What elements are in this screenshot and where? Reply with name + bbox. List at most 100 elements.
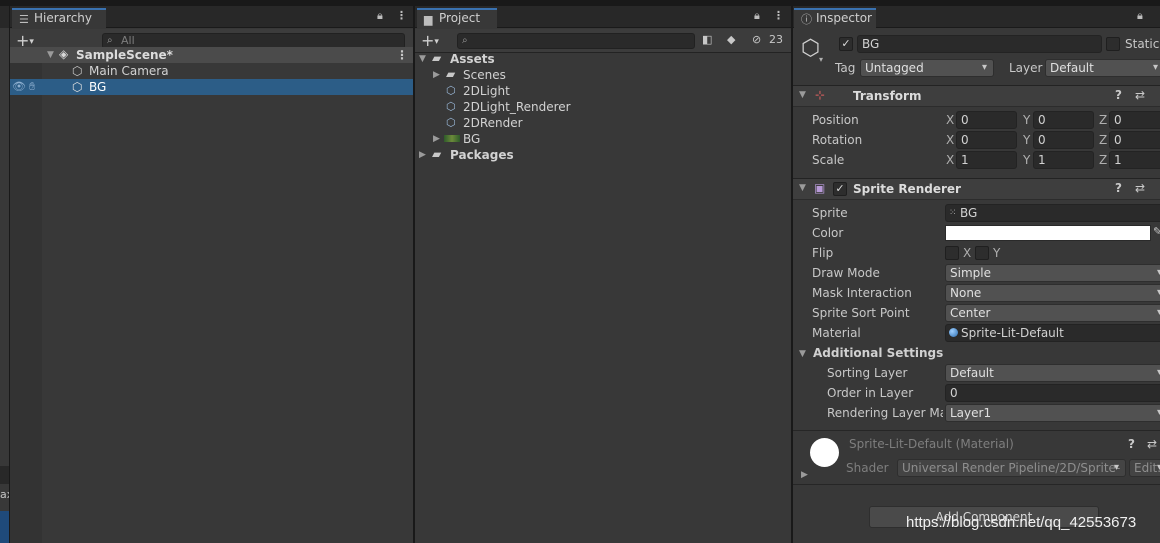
foldout-arrow-icon[interactable]: ▼ [419, 51, 426, 67]
transform-title: Transform [853, 89, 922, 103]
flip-y-checkbox[interactable] [975, 246, 989, 260]
order-in-layer-field[interactable]: 0 [945, 384, 1160, 402]
foldout-arrow-icon[interactable]: ▶ [419, 147, 426, 163]
folder-icon: ▰ [446, 67, 456, 81]
scale-x-field[interactable]: 1 [956, 151, 1017, 169]
layer-dropdown[interactable]: Default [1045, 59, 1160, 77]
tab-project[interactable]: ▆ Project [417, 8, 497, 28]
eyedropper-icon[interactable]: ✎ [1153, 225, 1160, 238]
help-icon[interactable]: ? [1115, 181, 1122, 195]
flip-label: Flip [812, 246, 834, 260]
project-panel: ▆ Project 🔒︎ ⋮ +▾ ⌕ ◧ ◆ ⊘ 23 ▼ ▰ Assets … [415, 6, 791, 543]
watermark-text: https://blog.csdn.net/qq_42553673 [906, 514, 1137, 531]
filter-by-type-icon[interactable]: ◧ [702, 33, 712, 46]
help-icon[interactable]: ? [1128, 437, 1135, 451]
sorting-layer-dropdown[interactable]: Default [945, 364, 1160, 382]
lock-icon[interactable]: 🔒︎ [754, 9, 760, 23]
active-checkbox[interactable]: ✓ [839, 37, 853, 51]
hierarchy-search-placeholder: All [121, 34, 135, 47]
color-swatch[interactable] [945, 225, 1151, 241]
sprite-object-field[interactable]: ⁙ BG [945, 204, 1160, 222]
filter-by-label-icon[interactable]: ◆ [727, 33, 735, 46]
draw-mode-dropdown[interactable]: Simple [945, 264, 1160, 282]
additional-settings-label[interactable]: Additional Settings [813, 346, 943, 360]
sprite-sort-point-dropdown[interactable]: Center [945, 304, 1160, 322]
help-icon[interactable]: ? [1115, 88, 1122, 102]
object-name-field[interactable]: BG [857, 35, 1102, 53]
flip-x-checkbox[interactable] [945, 246, 959, 260]
lock-icon[interactable]: 🔒︎ [1137, 9, 1143, 23]
foldout-arrow-icon[interactable]: ▼ [799, 183, 806, 193]
hierarchy-tabbar: ☰ Hierarchy 🔒︎ ⋮ [10, 6, 413, 28]
rotation-z-axis: Z [1099, 133, 1108, 147]
tag-dropdown[interactable]: Untagged [860, 59, 994, 77]
settings-sliders-icon[interactable]: ⇄ [1147, 437, 1157, 451]
scale-z-field[interactable]: 1 [1109, 151, 1160, 169]
lock-icon[interactable]: 🔒︎ [377, 9, 383, 23]
position-y-field[interactable]: 0 [1033, 111, 1094, 129]
scene-name: SampleScene* [76, 48, 173, 62]
create-add-button[interactable]: +▾ [421, 31, 439, 50]
sprite-renderer-header[interactable]: ▼ ▣ ✓ Sprite Renderer ? ⇄ [793, 178, 1160, 200]
flip-y-label: Y [993, 246, 1001, 260]
sprite-asset-icon: ⁙ [949, 208, 957, 218]
rotation-x-axis: X [946, 133, 955, 147]
kebab-menu-icon[interactable]: ⋮ [396, 9, 407, 22]
scale-z-axis: Z [1099, 153, 1108, 167]
rotation-x-field[interactable]: 0 [956, 131, 1017, 149]
rotation-z-field[interactable]: 0 [1109, 131, 1160, 149]
scene-kebab-icon[interactable]: ⋮ [396, 47, 408, 63]
static-checkbox[interactable] [1106, 37, 1120, 51]
project-toolbar: +▾ ⌕ ◧ ◆ ⊘ 23 [415, 29, 791, 53]
hierarchy-panel: ☰ Hierarchy 🔒︎ ⋮ +▾ ⌕ All ▼ ◈ SampleScen… [10, 6, 413, 543]
foldout-arrow-icon[interactable]: ▶ [433, 131, 440, 147]
hierarchy-item-main-camera[interactable]: ⬡ Main Camera [10, 63, 413, 79]
settings-sliders-icon[interactable]: ⇄ [1135, 88, 1145, 102]
sprite-renderer-enabled-checkbox[interactable]: ✓ [833, 182, 847, 196]
tree-item-label: Assets [450, 52, 495, 66]
chevron-down-icon[interactable]: ▾ [819, 55, 823, 64]
material-title: Sprite-Lit-Default (Material) [849, 437, 1014, 451]
mask-interaction-dropdown[interactable]: None [945, 284, 1160, 302]
rendering-layer-mask-dropdown[interactable]: Layer1 [945, 404, 1160, 422]
color-label: Color [812, 226, 844, 240]
hierarchy-item-bg[interactable]: 👁︎ ✋︎ ⬡ BG [10, 79, 413, 95]
rotation-y-field[interactable]: 0 [1033, 131, 1094, 149]
transform-header[interactable]: ▼ ⊹ Transform ? ⇄ [793, 85, 1160, 107]
shader-label: Shader [846, 461, 889, 475]
tab-inspector[interactable]: ⓘ Inspector [794, 8, 876, 28]
shader-dropdown[interactable]: Universal Render Pipeline/2D/Sprite- [897, 459, 1126, 477]
scene-header-row[interactable]: ▼ ◈ SampleScene* ⋮ [10, 47, 413, 63]
scale-y-field[interactable]: 1 [1033, 151, 1094, 169]
sorting-layer-label: Sorting Layer [827, 366, 908, 380]
hierarchy-item-label: BG [89, 80, 107, 94]
render-asset-icon: ⬡ [446, 116, 456, 129]
foldout-arrow-icon[interactable]: ▼ [47, 50, 54, 60]
material-object-field[interactable]: Sprite-Lit-Default [945, 324, 1160, 342]
flip-x-label: X [963, 246, 972, 260]
folder-icon: ▆ [424, 13, 433, 26]
foldout-arrow-icon[interactable]: ▶ [801, 470, 808, 480]
foldout-arrow-icon[interactable]: ▼ [799, 349, 806, 359]
hidden-packages-icon[interactable]: ⊘ [752, 33, 761, 46]
tab-hierarchy[interactable]: ☰ Hierarchy [12, 8, 106, 28]
position-x-field[interactable]: 0 [956, 111, 1017, 129]
material-value: Sprite-Lit-Default [961, 326, 1064, 340]
foldout-arrow-icon[interactable]: ▶ [433, 67, 440, 83]
material-sphere-icon [949, 328, 958, 337]
static-label: Static [1125, 37, 1160, 51]
project-search-input[interactable]: ⌕ [457, 33, 695, 49]
order-in-layer-label: Order in Layer [827, 386, 914, 400]
panel-divider [791, 6, 793, 543]
foldout-arrow-icon[interactable]: ▼ [799, 90, 806, 100]
kebab-menu-icon[interactable]: ⋮ [773, 9, 784, 22]
hierarchy-gutter [10, 47, 42, 543]
left-edge-blue-area [0, 511, 9, 543]
folder-icon: ▰ [432, 147, 442, 161]
unity-scene-icon: ◈ [59, 47, 69, 61]
position-z-field[interactable]: 0 [1109, 111, 1160, 129]
visibility-eye-icon[interactable]: 👁︎ [12, 79, 26, 95]
edit-shader-button[interactable]: Edit... [1129, 459, 1160, 477]
settings-sliders-icon[interactable]: ⇄ [1135, 181, 1145, 195]
pickable-hand-icon[interactable]: ✋︎ [29, 79, 35, 95]
